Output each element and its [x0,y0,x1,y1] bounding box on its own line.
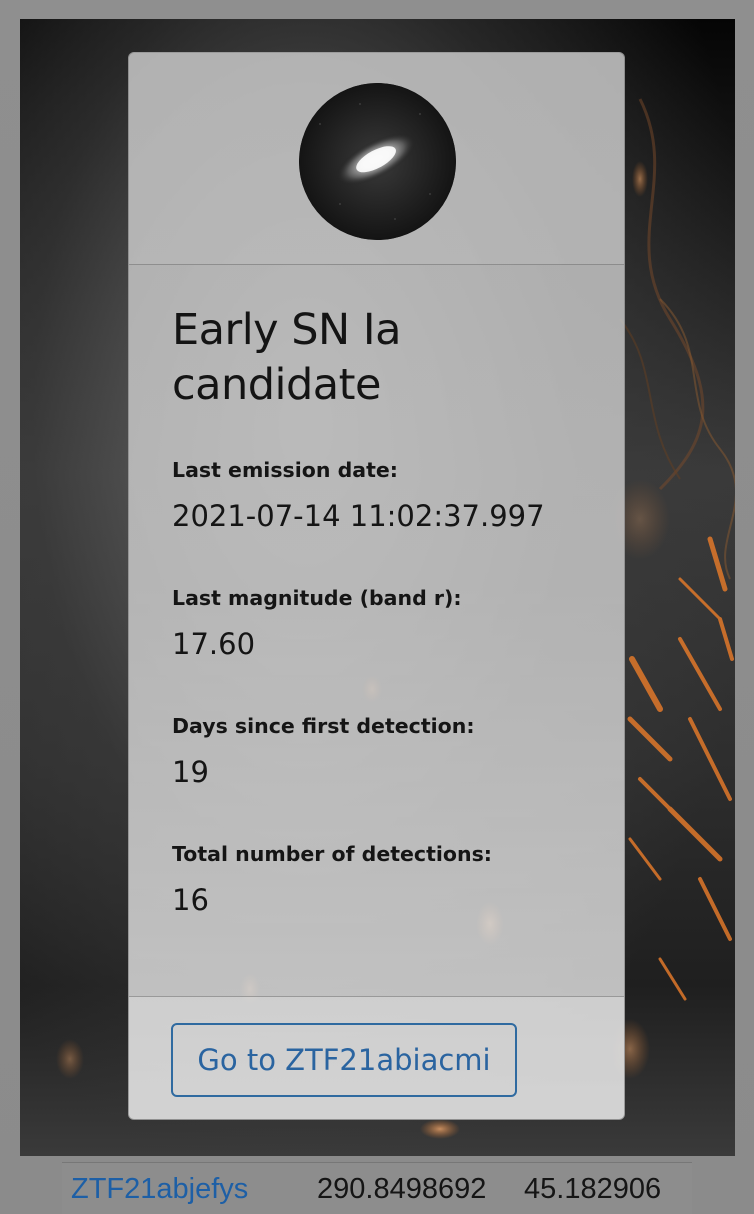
field-label: Last emission date: [172,458,398,482]
field-label: Last magnitude (band r): [172,586,462,610]
galaxy-thumbnail-image [299,83,456,240]
field-value: 16 [172,883,209,917]
page: Early SN Ia candidate Last emission date… [0,0,754,1214]
alert-title: Early SN Ia candidate [172,305,401,410]
field-label: Days since first detection: [172,714,475,738]
field-value: 17.60 [172,627,256,661]
galaxy-cutout-icon [299,83,456,240]
ra-cell: 290.8498692 [317,1173,487,1205]
field-value: 19 [172,755,209,789]
field-label: Total number of detections: [172,842,492,866]
alert-card: Early SN Ia candidate Last emission date… [128,52,625,1120]
table-row: ZTF21abjefys 290.8498692 45.182906 [62,1162,692,1214]
go-to-object-button[interactable]: Go to ZTF21abiacmi [171,1023,517,1097]
card-image-header [129,53,624,265]
dec-cell: 45.182906 [524,1173,662,1205]
object-id-link[interactable]: ZTF21abjefys [71,1173,248,1206]
card-footer: Go to ZTF21abiacmi [129,996,624,1119]
field-value: 2021-07-14 11:02:37.997 [172,499,545,533]
card-body: Early SN Ia candidate [172,303,592,413]
